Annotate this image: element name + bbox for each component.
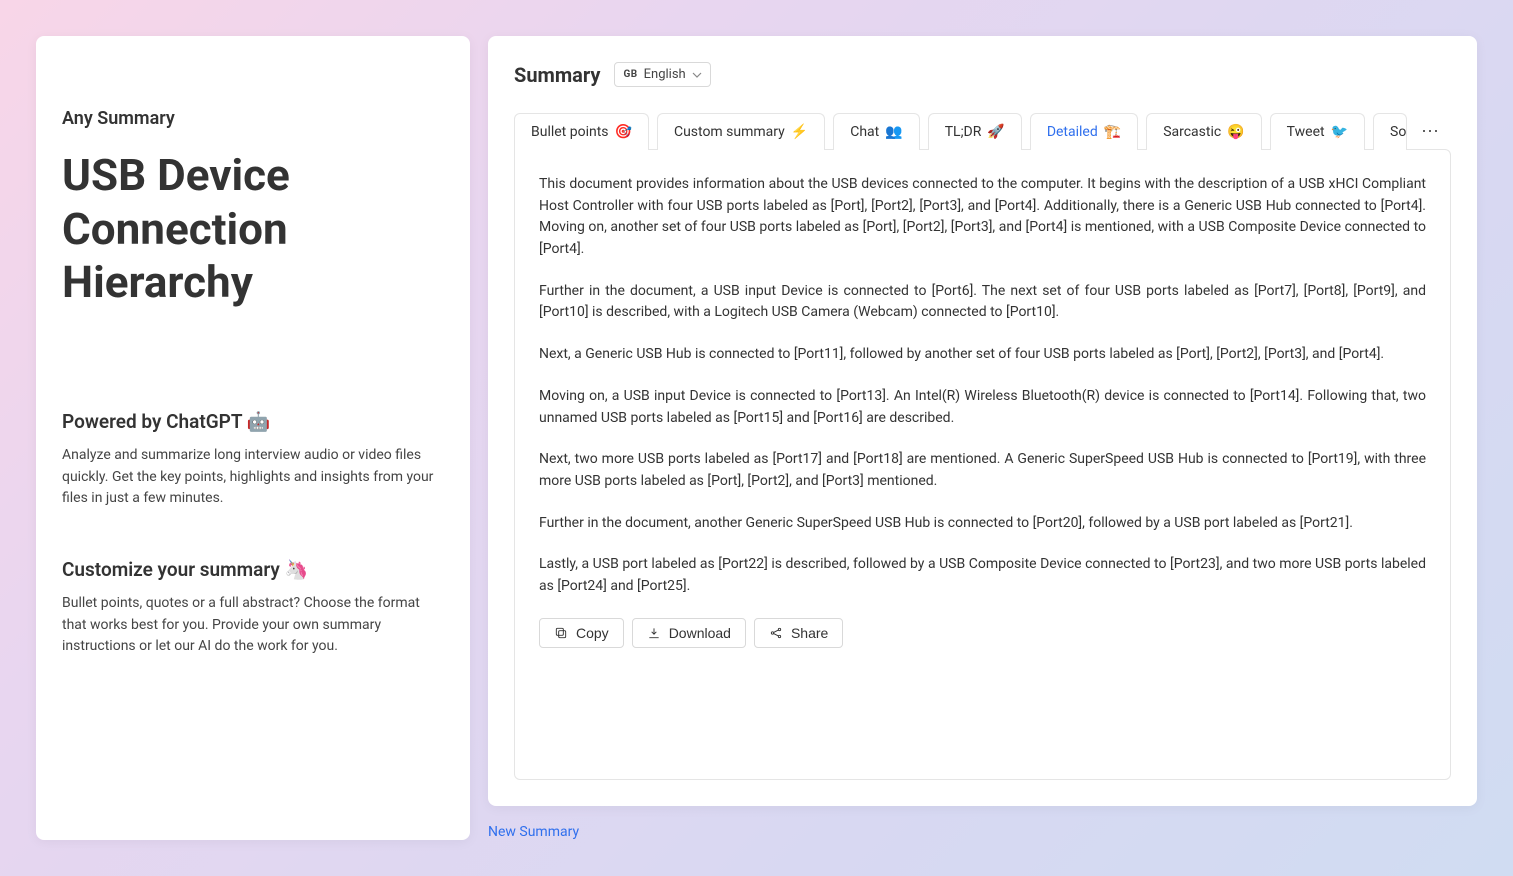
tab-partial[interactable]: So bbox=[1373, 113, 1407, 150]
summary-heading: Summary bbox=[514, 63, 600, 87]
summary-paragraph: Further in the document, a USB input Dev… bbox=[539, 281, 1426, 324]
share-button[interactable]: Share bbox=[754, 618, 843, 648]
copy-button[interactable]: Copy bbox=[539, 618, 624, 648]
tab-tldr[interactable]: TL;DR 🚀 bbox=[928, 113, 1022, 150]
language-label: English bbox=[644, 67, 686, 82]
tab-detailed[interactable]: Detailed 🏗️ bbox=[1030, 113, 1138, 150]
summary-paragraph: Moving on, a USB input Device is connect… bbox=[539, 386, 1426, 429]
wink-icon: 😜 bbox=[1227, 124, 1244, 140]
bird-icon: 🐦 bbox=[1331, 124, 1348, 140]
copy-icon bbox=[554, 626, 568, 640]
share-label: Share bbox=[791, 625, 828, 641]
language-selector[interactable]: GB English bbox=[614, 62, 710, 87]
summary-content: This document provides information about… bbox=[514, 149, 1451, 780]
summary-header: Summary GB English bbox=[514, 62, 1451, 87]
people-icon: 👥 bbox=[885, 124, 902, 140]
download-icon bbox=[647, 626, 661, 640]
tab-label: Sarcastic bbox=[1163, 124, 1221, 140]
new-summary-link[interactable]: New Summary bbox=[488, 824, 1477, 840]
download-button[interactable]: Download bbox=[632, 618, 746, 648]
chevron-down-icon bbox=[692, 70, 702, 80]
customize-heading: Customize your summary 🦄 bbox=[62, 558, 444, 581]
info-sidebar: Any Summary USB Device Connection Hierar… bbox=[36, 36, 470, 840]
tab-label: TL;DR bbox=[945, 124, 982, 140]
building-icon: 🏗️ bbox=[1104, 124, 1121, 140]
action-buttons: Copy Download Share bbox=[539, 618, 1426, 648]
tab-label: Detailed bbox=[1047, 124, 1098, 140]
customize-text: Bullet points, quotes or a full abstract… bbox=[62, 593, 444, 658]
document-title: USB Device Connection Hierarchy bbox=[62, 149, 444, 310]
summary-paragraph: This document provides information about… bbox=[539, 174, 1426, 261]
main-panel: Summary GB English Bullet points 🎯 Custo… bbox=[488, 36, 1477, 840]
tab-label: Tweet bbox=[1287, 124, 1325, 140]
more-tabs-button[interactable]: ⋯ bbox=[1415, 121, 1445, 142]
bolt-icon: ⚡ bbox=[791, 124, 808, 140]
tab-label: Custom summary bbox=[674, 124, 785, 140]
summary-paragraph: Next, two more USB ports labeled as [Por… bbox=[539, 449, 1426, 492]
tab-label: Bullet points bbox=[531, 124, 609, 140]
rocket-icon: 🚀 bbox=[987, 124, 1004, 140]
copy-label: Copy bbox=[576, 625, 609, 641]
flag-icon: GB bbox=[623, 69, 637, 80]
tab-label: Chat bbox=[850, 124, 879, 140]
tab-tweet[interactable]: Tweet 🐦 bbox=[1270, 113, 1365, 150]
tabs-row: Bullet points 🎯 Custom summary ⚡ Chat 👥 … bbox=[514, 113, 1451, 150]
tab-custom-summary[interactable]: Custom summary ⚡ bbox=[657, 113, 825, 150]
share-icon bbox=[769, 626, 783, 640]
summary-paragraph: Lastly, a USB port labeled as [Port22] i… bbox=[539, 554, 1426, 597]
tab-sarcastic[interactable]: Sarcastic 😜 bbox=[1146, 113, 1261, 150]
target-icon: 🎯 bbox=[615, 124, 632, 140]
download-label: Download bbox=[669, 625, 731, 641]
tab-chat[interactable]: Chat 👥 bbox=[833, 113, 919, 150]
summary-paragraph: Further in the document, another Generic… bbox=[539, 513, 1426, 535]
summary-paragraph: Next, a Generic USB Hub is connected to … bbox=[539, 344, 1426, 366]
brand-name: Any Summary bbox=[62, 108, 444, 129]
powered-by-text: Analyze and summarize long interview aud… bbox=[62, 445, 444, 510]
tab-bullet-points[interactable]: Bullet points 🎯 bbox=[514, 113, 649, 150]
tab-label: So bbox=[1390, 124, 1406, 140]
powered-by-heading: Powered by ChatGPT 🤖 bbox=[62, 410, 444, 433]
summary-card: Summary GB English Bullet points 🎯 Custo… bbox=[488, 36, 1477, 806]
